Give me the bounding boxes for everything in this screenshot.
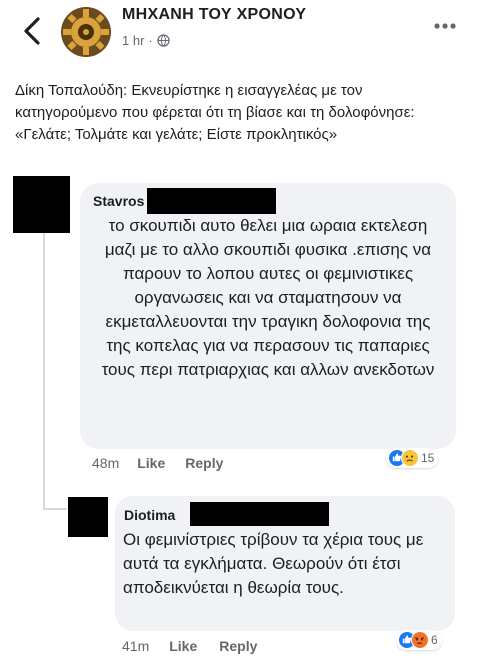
post-meta: 1 hr · <box>122 33 170 48</box>
more-options-icon[interactable] <box>433 22 457 30</box>
page-name[interactable]: ΜΗΧΑΝΗ ΤΟΥ ΧΡΟΝΟΥ <box>122 6 306 24</box>
redaction-bar <box>190 502 329 526</box>
comment-text: το σκουπιδι αυτο θελει μια ωραια εκτελεσ… <box>101 216 435 379</box>
post-time[interactable]: 1 hr <box>122 33 144 48</box>
reaction-summary[interactable]: 6 <box>396 630 442 650</box>
reply-button[interactable]: Reply <box>219 638 257 654</box>
reaction-count: 15 <box>421 451 435 465</box>
comment-author[interactable]: Diotima <box>124 507 175 523</box>
thread-connector <box>43 508 67 510</box>
thread-line <box>43 230 45 510</box>
page-avatar[interactable] <box>60 6 112 58</box>
globe-icon <box>157 34 170 47</box>
angry-icon <box>411 631 429 649</box>
like-button[interactable]: Like <box>137 455 165 471</box>
like-button[interactable]: Like <box>169 638 197 654</box>
meta-separator: · <box>148 33 153 48</box>
reaction-count: 6 <box>431 633 438 647</box>
post-header: ΜΗΧΑΝΗ ΤΟΥ ΧΡΟΝΟΥ 1 hr · <box>0 0 477 62</box>
reaction-summary[interactable]: 15 <box>386 448 439 468</box>
commenter-avatar[interactable] <box>68 497 108 537</box>
comment-actions: 48m Like Reply <box>92 455 223 471</box>
comment-time[interactable]: 41m <box>122 638 149 654</box>
commenter-avatar[interactable] <box>13 176 70 233</box>
sad-icon <box>401 449 419 467</box>
post-text: Δίκη Τοπαλούδη: Εκνευρίστηκε η εισαγγελέ… <box>15 82 415 143</box>
back-arrow-icon[interactable] <box>20 16 46 46</box>
comment-time[interactable]: 48m <box>92 455 119 471</box>
comment-text: Οι φεμινίστριες τρίβουν τα χέρια τους με… <box>123 530 424 597</box>
comment-author[interactable]: Stavros <box>93 193 144 209</box>
reply-button[interactable]: Reply <box>185 455 223 471</box>
comment-actions: 41m Like Reply <box>122 638 257 654</box>
redaction-bar <box>147 188 276 214</box>
